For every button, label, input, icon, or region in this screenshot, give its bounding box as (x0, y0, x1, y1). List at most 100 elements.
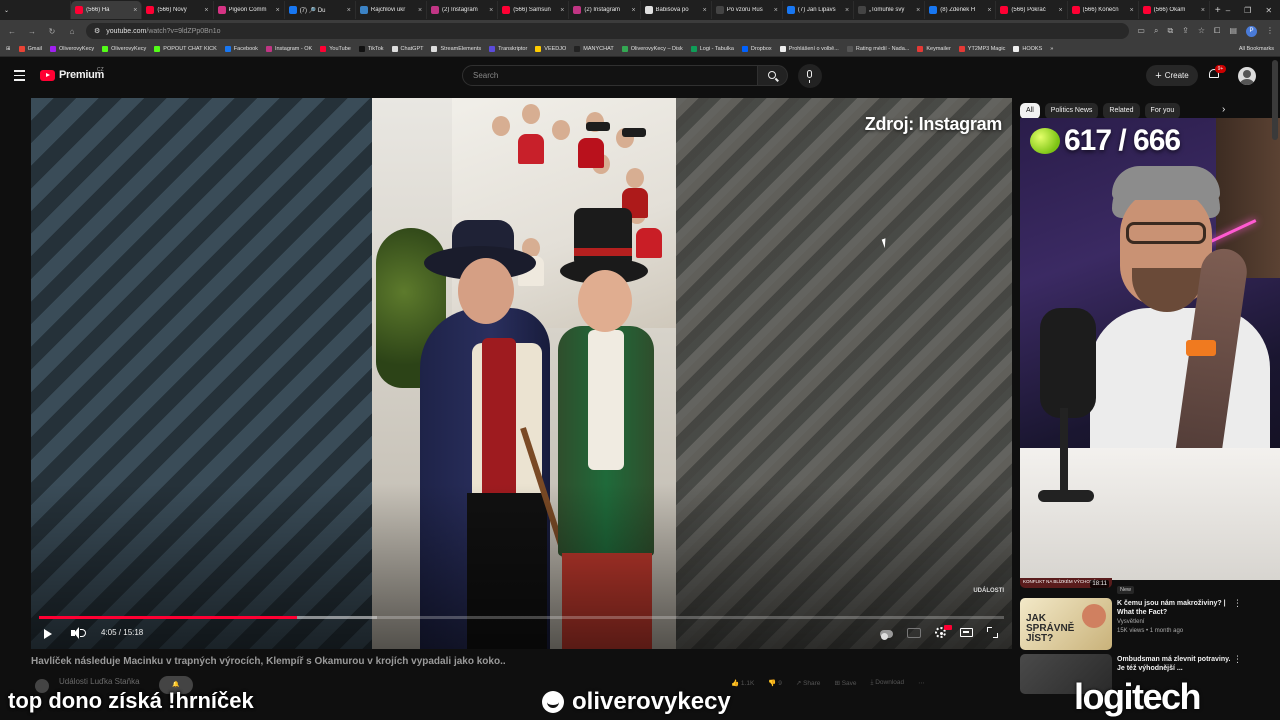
browser-tab[interactable]: (2) Instagram × (427, 1, 499, 19)
browser-tab[interactable]: (566) Pokrač × (996, 1, 1068, 19)
bookmark-item[interactable]: YouTube (320, 46, 351, 52)
tab-close-icon[interactable]: × (489, 7, 493, 14)
forward-icon[interactable]: → (26, 27, 38, 36)
tab-close-icon[interactable]: × (204, 7, 208, 14)
bookmark-item[interactable]: Keymailer (917, 46, 951, 52)
bookmark-item[interactable]: Transkriptor (489, 46, 527, 52)
tab-close-icon[interactable]: × (1201, 7, 1205, 14)
browser-tab[interactable]: Po vzoru Rus × (712, 1, 783, 19)
bookmark-item[interactable]: Dropbox (741, 46, 772, 52)
recommendation-item[interactable]: JAK SPRÁVNĚ JÍST? K čemu jsou nám makrož… (1020, 598, 1260, 652)
account-avatar[interactable] (1238, 67, 1256, 85)
theater-mode-icon[interactable] (960, 628, 973, 637)
browser-tab[interactable]: (566) Samsun × (498, 1, 570, 19)
browser-tab[interactable]: „Tomuhle svý × (854, 1, 926, 19)
tab-close-icon[interactable]: × (560, 7, 564, 14)
site-info-icon[interactable]: ⚙ (94, 27, 100, 35)
sidebar-icon[interactable]: ▤ (1229, 26, 1237, 37)
address-bar[interactable]: ⚙ youtube.com/watch?v=9ldZPp0Bn1o (86, 23, 1130, 39)
bookmark-star-icon[interactable]: ☆ (1198, 26, 1205, 37)
chip-all[interactable]: All (1020, 103, 1040, 119)
bookmark-item[interactable]: Facebook (224, 46, 258, 52)
notifications-button[interactable]: 9+ (1208, 65, 1226, 80)
back-icon[interactable]: ← (6, 27, 18, 36)
bookmark-item[interactable]: POPOUT CHAT KICK (154, 46, 217, 52)
browser-tab[interactable]: Rajchlovi ukr × (356, 1, 428, 19)
chip-related[interactable]: Related (1103, 103, 1140, 119)
browser-tab[interactable]: (8) Zdenek H × (925, 1, 997, 19)
minimize-icon[interactable]: – (1226, 6, 1230, 15)
more-options-icon[interactable]: ⋮ (1233, 598, 1242, 609)
voice-search-button[interactable] (798, 64, 822, 88)
tab-close-icon[interactable]: × (1130, 7, 1134, 14)
tab-close-icon[interactable]: × (703, 7, 707, 14)
browser-menu-icon[interactable]: ⋮ (1266, 26, 1274, 37)
like-button[interactable]: 👍 1.1K (731, 679, 754, 687)
share-icon[interactable]: ⇪ (1182, 26, 1189, 37)
maximize-icon[interactable]: ❐ (1244, 6, 1251, 15)
extensions-icon[interactable]: ⧠ (1214, 26, 1220, 37)
bookmark-item[interactable]: VEEDJO (535, 46, 566, 52)
recommendation-title[interactable]: K čemu jsou nám makroživiny? | What the … (1117, 599, 1235, 617)
browser-tab[interactable]: (566) Okam × (1139, 1, 1210, 19)
settings-gear-icon[interactable] (935, 625, 952, 638)
chevron-right-icon[interactable]: › (1222, 104, 1225, 115)
bookmark-item[interactable]: Logi - Tabulka (690, 46, 734, 52)
download-button[interactable]: ⤓ Download (871, 679, 905, 687)
cast-icon[interactable]: ▭ (1137, 26, 1145, 37)
bookmark-item[interactable]: Rating médií - Nada... (846, 46, 909, 52)
more-bookmarks-icon[interactable]: » (1050, 46, 1053, 52)
page-scrollbar[interactable] (1272, 60, 1278, 140)
home-icon[interactable]: ⌂ (66, 27, 78, 36)
create-button[interactable]: + Create (1146, 65, 1198, 86)
close-window-icon[interactable]: ✕ (1265, 6, 1272, 15)
menu-icon[interactable] (14, 70, 25, 81)
bookmark-item[interactable]: YT2MP3 Magic (958, 46, 1005, 52)
share-button[interactable]: ↗ Share (796, 679, 821, 687)
zoom-icon[interactable]: ⌕ (1154, 26, 1158, 37)
chip-for-you[interactable]: For you (1144, 103, 1181, 119)
play-icon[interactable] (44, 629, 52, 639)
bookmark-item[interactable]: OliverovyKecy (102, 46, 146, 52)
bookmark-item[interactable]: OliverovyKecy (49, 46, 94, 52)
search-button[interactable] (758, 65, 788, 86)
bookmark-item[interactable]: MANYCHAT (574, 46, 614, 52)
tab-close-icon[interactable]: × (133, 7, 137, 14)
bookmark-item[interactable]: StreamElements (431, 46, 481, 52)
recommendation-item[interactable]: KONFLIKT NA BLÍZKÉM VÝCHODĚ 18:11 (1020, 578, 1260, 588)
autoplay-toggle-icon[interactable] (880, 629, 893, 640)
tab-close-icon[interactable]: × (987, 7, 991, 14)
more-actions-icon[interactable]: ⋯ (918, 679, 925, 687)
bookmark-item[interactable]: TikTok (358, 46, 384, 52)
tab-close-icon[interactable]: × (347, 7, 351, 14)
channel-name[interactable]: Události Luďka Staňka (59, 677, 140, 686)
recommendation-channel[interactable]: Vysvětlení (1117, 619, 1144, 625)
tab-close-icon[interactable]: × (845, 7, 849, 14)
browser-tab[interactable]: (2) Instagram × (569, 1, 641, 19)
bookmark-item[interactable]: Gmail (18, 46, 42, 52)
new-tab-button[interactable]: + (1210, 5, 1226, 16)
tab-close-icon[interactable]: × (276, 7, 280, 14)
tab-close-icon[interactable]: × (631, 7, 635, 14)
captions-icon[interactable] (907, 627, 921, 638)
volume-icon[interactable] (71, 627, 86, 639)
tab-close-icon[interactable]: × (774, 7, 778, 14)
tab-close-icon[interactable]: × (916, 7, 920, 14)
apps-grid-icon[interactable]: ⊞ (6, 46, 11, 52)
save-button[interactable]: ⊞ Save (834, 679, 856, 687)
youtube-logo[interactable]: Premium (40, 69, 104, 81)
fullscreen-icon[interactable] (987, 627, 998, 638)
browser-tab[interactable]: (566) Konečn × (1068, 1, 1139, 19)
video-player[interactable]: Zdroj: Instagram UDÁLOSTI 4:05 / 15:18 (31, 98, 1012, 649)
progress-bar[interactable] (39, 616, 1004, 619)
browser-tab[interactable]: (7) 🔎 Du × (285, 1, 356, 19)
browser-tab[interactable]: (7) Jan Lipavs × (783, 1, 855, 19)
browser-tab[interactable]: (566) Nový × (142, 1, 214, 19)
bookmark-item[interactable]: ChatGPT (391, 46, 423, 52)
more-options-icon[interactable]: ⋮ (1233, 654, 1242, 665)
search-input[interactable]: Search (462, 65, 758, 86)
profile-avatar[interactable]: P (1246, 25, 1257, 37)
dislike-button[interactable]: 👎 9 (768, 679, 782, 687)
chip-politics-news[interactable]: Politics News (1044, 103, 1099, 119)
recommendation-title[interactable]: Ombudsman má zlevnit potraviny. Je též v… (1117, 655, 1235, 673)
